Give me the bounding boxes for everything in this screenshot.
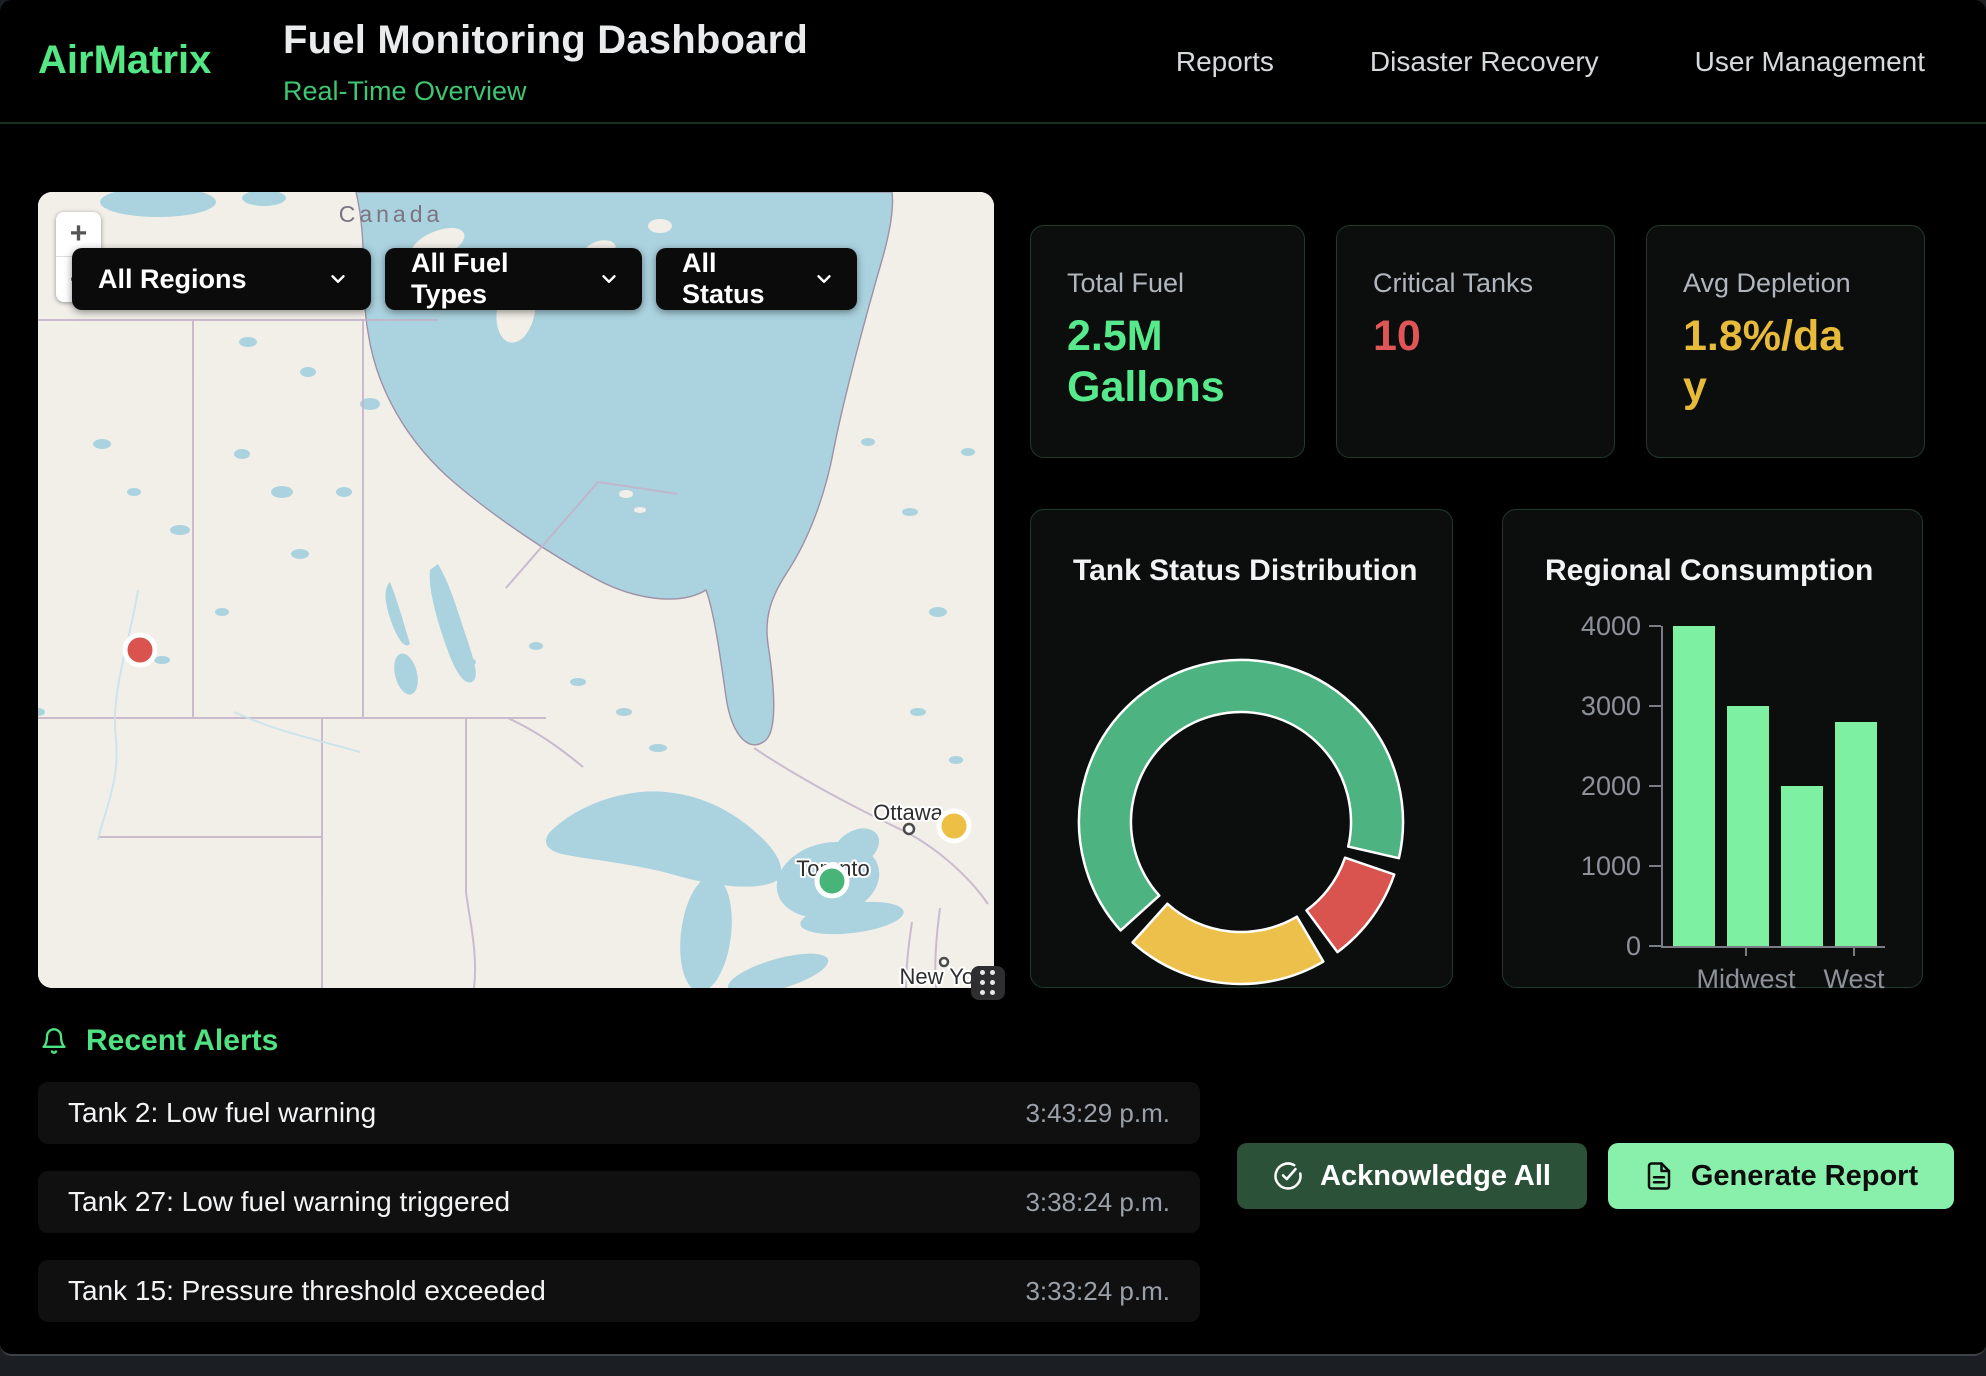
regional-consumption-chart-card: Regional Consumption 01000200030004000Mi… [1502,509,1923,988]
status-filter-select[interactable]: All Status [656,248,857,310]
tank-status-chart-card: Tank Status Distribution [1030,509,1453,988]
alerts-header: Recent Alerts [40,1024,278,1058]
stat-card-avg-depletion: Avg Depletion 1.8%/day [1646,225,1925,458]
map-canvas: Canada Ottawa Toronto New York [38,192,994,988]
app-window: AirMatrix Fuel Monitoring Dashboard Real… [0,0,1986,1356]
page-title: Fuel Monitoring Dashboard [283,18,808,63]
generate-report-button[interactable]: Generate Report [1608,1143,1954,1209]
stat-value: 10 [1373,311,1548,362]
stat-value: 1.8%/day [1683,311,1858,412]
tank-marker-normal[interactable] [817,866,847,896]
stat-label: Avg Depletion [1683,268,1924,299]
alert-message: Tank 15: Pressure threshold exceeded [68,1275,546,1307]
stat-label: Total Fuel [1067,268,1304,299]
y-axis-tick-label: 1000 [1531,851,1641,882]
y-axis-tick-label: 3000 [1531,691,1641,722]
fuel-map[interactable]: Canada Ottawa Toronto New York [38,192,994,988]
chevron-down-icon [327,268,349,290]
nav-disaster-recovery[interactable]: Disaster Recovery [1370,46,1599,78]
alert-timestamp: 3:33:24 p.m. [1025,1276,1170,1307]
stat-card-total-fuel: Total Fuel 2.5M Gallons [1030,225,1305,458]
chevron-down-icon [598,268,620,290]
region-filter-value: All Regions [98,264,247,295]
acknowledge-all-label: Acknowledge All [1320,1160,1551,1193]
generate-report-label: Generate Report [1691,1160,1918,1193]
label-canada: Canada [339,201,444,227]
check-circle-icon [1273,1161,1303,1191]
label-ottawa: Ottawa [873,800,943,825]
header: AirMatrix Fuel Monitoring Dashboard Real… [0,0,1986,124]
x-axis-tick [1745,946,1747,956]
y-axis-tick [1649,625,1661,627]
x-axis-tick-label: West [1823,964,1884,995]
nav-reports[interactable]: Reports [1176,46,1274,78]
alert-message: Tank 2: Low fuel warning [68,1097,376,1129]
y-axis-tick-label: 4000 [1531,611,1641,642]
status-filter-value: All Status [682,248,795,310]
x-axis-tick-label: Midwest [1696,964,1795,995]
alert-row: Tank 27: Low fuel warning triggered 3:38… [38,1171,1200,1233]
tank-status-donut-chart [1031,510,1454,987]
tank-marker-warning[interactable] [939,811,969,841]
tank-marker-critical[interactable] [125,635,155,665]
regional-consumption-bar-chart: 01000200030004000MidwestWest [1503,510,1924,989]
y-axis-tick [1649,865,1661,867]
page-subtitle: Real-Time Overview [283,76,527,107]
stat-card-critical-tanks: Critical Tanks 10 [1336,225,1615,458]
donut-segment-critical [1307,858,1395,953]
window-bottom-edge [0,1358,1986,1376]
chevron-down-icon [813,268,835,290]
bar-Midwest [1727,706,1769,946]
map-filters: All Regions All Fuel Types All Status [72,248,857,310]
stat-value: 2.5M Gallons [1067,311,1242,412]
bell-icon [40,1026,68,1056]
nav-user-management[interactable]: User Management [1695,46,1925,78]
alert-timestamp: 3:38:24 p.m. [1025,1187,1170,1218]
stat-label: Critical Tanks [1373,268,1614,299]
bar-region-1 [1673,626,1715,946]
bar-region-3 [1781,786,1823,946]
fuel-type-filter-value: All Fuel Types [411,248,580,310]
y-axis-tick [1649,705,1661,707]
alert-message: Tank 27: Low fuel warning triggered [68,1186,510,1218]
fuel-type-filter-select[interactable]: All Fuel Types [385,248,642,310]
alert-row: Tank 2: Low fuel warning 3:43:29 p.m. [38,1082,1200,1144]
y-axis-tick-label: 2000 [1531,771,1641,802]
alert-row: Tank 15: Pressure threshold exceeded 3:3… [38,1260,1200,1322]
y-axis-tick-label: 0 [1531,931,1641,962]
region-filter-select[interactable]: All Regions [72,248,371,310]
x-axis-tick [1853,946,1855,956]
y-axis-tick [1649,785,1661,787]
alert-timestamp: 3:43:29 p.m. [1025,1098,1170,1129]
donut-segment-warning [1133,904,1324,984]
y-axis-tick [1649,945,1661,947]
map-drag-handle[interactable] [971,966,1005,1000]
main-nav: Reports Disaster Recovery User Managemen… [1176,0,1925,124]
report-document-icon [1644,1161,1674,1191]
alerts-title: Recent Alerts [86,1024,278,1058]
bar-West [1835,722,1877,946]
brand-logo: AirMatrix [38,38,211,83]
acknowledge-all-button[interactable]: Acknowledge All [1237,1143,1587,1209]
bar-chart-plot-area [1661,626,1885,948]
